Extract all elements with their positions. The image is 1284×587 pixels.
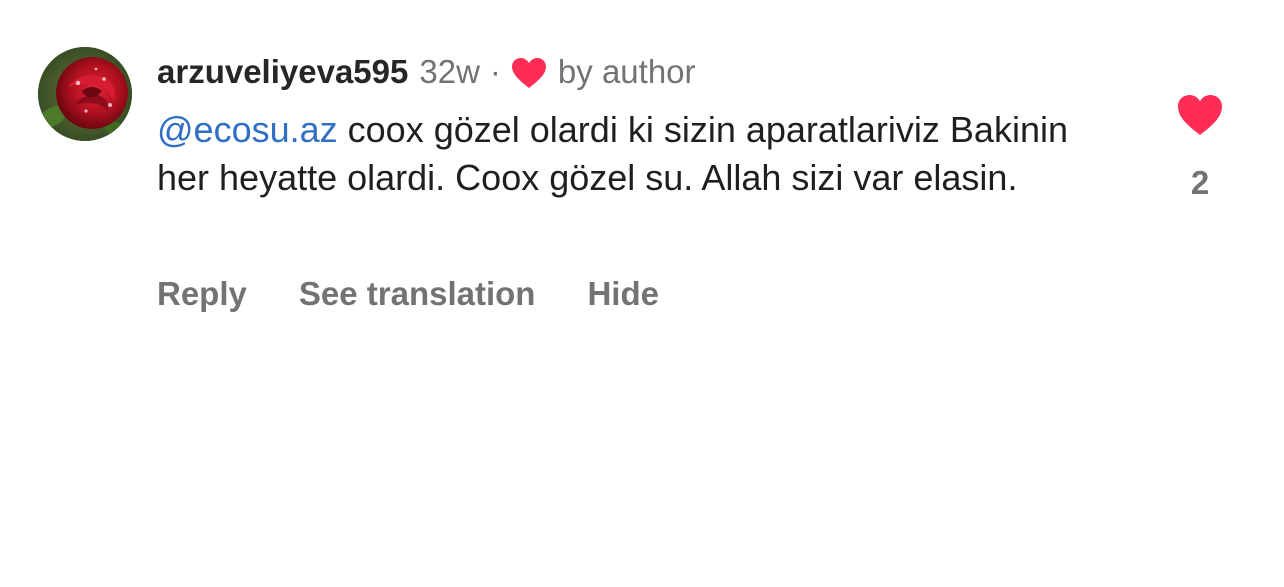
- reply-button[interactable]: Reply: [157, 275, 247, 313]
- comment-text: @ecosu.az coox gözel olardi ki sizin apa…: [157, 106, 1117, 202]
- heart-filled-icon: [511, 56, 547, 88]
- like-heart-icon[interactable]: [1176, 93, 1224, 137]
- like-column: 2: [1170, 93, 1230, 203]
- rose-avatar-image: [38, 47, 132, 141]
- username[interactable]: arzuveliyeva595: [157, 50, 408, 94]
- mention-link[interactable]: @ecosu.az: [157, 109, 338, 150]
- hide-button[interactable]: Hide: [587, 275, 659, 313]
- comment-time: 32w: [419, 53, 480, 90]
- comment-actions: Reply See translation Hide: [157, 272, 711, 316]
- comment-row: arzuveliyeva595 32w · by author @ecosu.a…: [0, 0, 1284, 587]
- comment-meta: arzuveliyeva595 32w · by author: [157, 50, 696, 94]
- liked-by-author-label: by author: [557, 53, 696, 90]
- see-translation-button[interactable]: See translation: [299, 275, 536, 313]
- meta-separator: ·: [489, 53, 501, 90]
- like-count: 2: [1190, 164, 1210, 201]
- avatar[interactable]: [38, 47, 132, 141]
